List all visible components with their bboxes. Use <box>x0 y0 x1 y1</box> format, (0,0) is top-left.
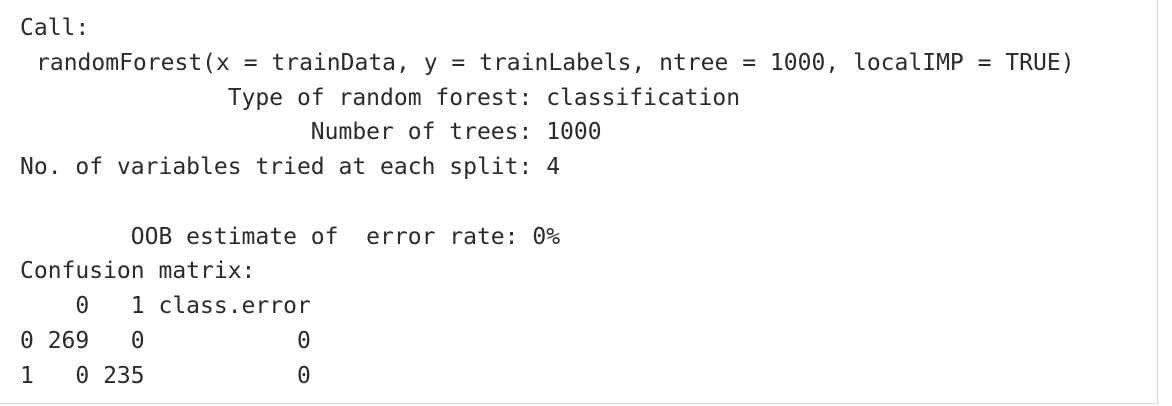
call-expression: randomForest(x = trainData, y = trainLab… <box>36 50 1075 76</box>
forest-type-line: Type of random forest: classification <box>20 85 741 111</box>
variables-tried-line: No. of variables tried at each split: 4 <box>20 154 561 180</box>
number-of-trees-line: Number of trees: 1000 <box>20 119 602 145</box>
call-label: Call: <box>20 15 90 41</box>
confusion-matrix-header: 0 1 class.error <box>20 293 311 319</box>
confusion-matrix-label: Confusion matrix: <box>20 258 256 284</box>
confusion-matrix-row: 0 269 0 0 <box>20 328 311 354</box>
r-console-output: Call: randomForest(x = trainData, y = tr… <box>0 0 1158 404</box>
oob-estimate-line: OOB estimate of error rate: 0% <box>20 224 561 250</box>
confusion-matrix-row: 1 0 235 0 <box>20 363 311 389</box>
